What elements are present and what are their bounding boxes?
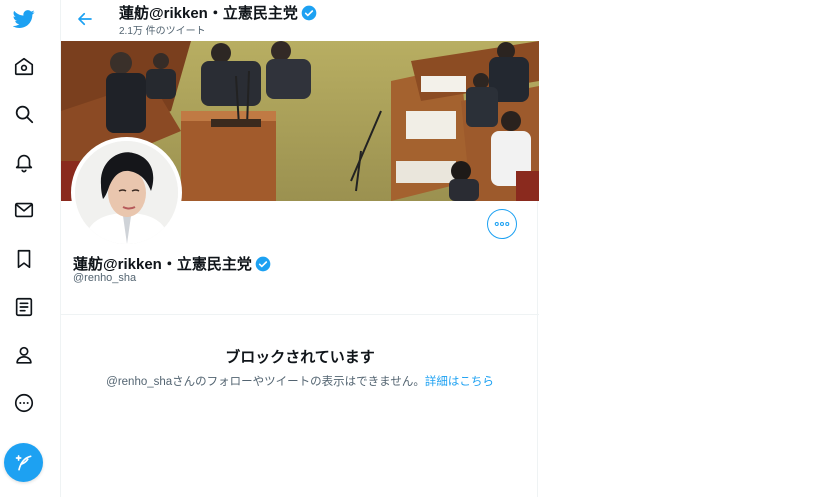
tweet-count: 2.1万 件のツイート: [119, 26, 206, 37]
profile-avatar[interactable]: [71, 137, 182, 248]
twitter-logo-icon[interactable]: [7, 2, 41, 36]
back-button[interactable]: [73, 8, 97, 30]
blocked-message-row: @renho_shaさんのフォローやツイートの表示はできません。詳細はこちら: [61, 373, 539, 389]
home-icon[interactable]: [7, 49, 41, 83]
divider: [61, 314, 539, 315]
more-icon[interactable]: [7, 386, 41, 420]
profile-display-name: 蓮舫@rikken・立憲民主党: [73, 256, 252, 273]
profile-column: 蓮舫@rikken・立憲民主党 2.1万 件のツイート 蓮舫@rikken・立憲…: [60, 0, 539, 497]
more-options-icon: [494, 221, 510, 227]
messages-icon[interactable]: [7, 193, 41, 227]
verified-badge-icon: [301, 5, 317, 21]
blocked-title: ブロックされています: [225, 349, 375, 366]
back-arrow-icon: [76, 10, 94, 28]
more-options-button[interactable]: [487, 209, 517, 239]
profile-header-bar: 蓮舫@rikken・立憲民主党 2.1万 件のツイート: [61, 0, 539, 41]
blocked-message: @renho_shaさんのフォローやツイートの表示はできません。: [106, 376, 425, 388]
notifications-icon[interactable]: [7, 145, 41, 179]
profile-handle: @renho_sha: [73, 272, 137, 284]
compose-tweet-button[interactable]: [4, 443, 43, 482]
verified-badge-icon: [255, 256, 271, 272]
profile-icon[interactable]: [7, 338, 41, 372]
compose-tweet-icon: [14, 453, 34, 473]
lists-icon[interactable]: [7, 290, 41, 324]
explore-icon[interactable]: [7, 97, 41, 131]
header-title-row: 蓮舫@rikken・立憲民主党: [119, 2, 317, 23]
sidebar-nav: [0, 0, 48, 497]
bookmarks-icon[interactable]: [7, 242, 41, 276]
profile-name-row: 蓮舫@rikken・立憲民主党: [73, 253, 271, 274]
learn-more-link[interactable]: 詳細はこちら: [425, 376, 494, 388]
header-title: 蓮舫@rikken・立憲民主党: [119, 5, 298, 22]
